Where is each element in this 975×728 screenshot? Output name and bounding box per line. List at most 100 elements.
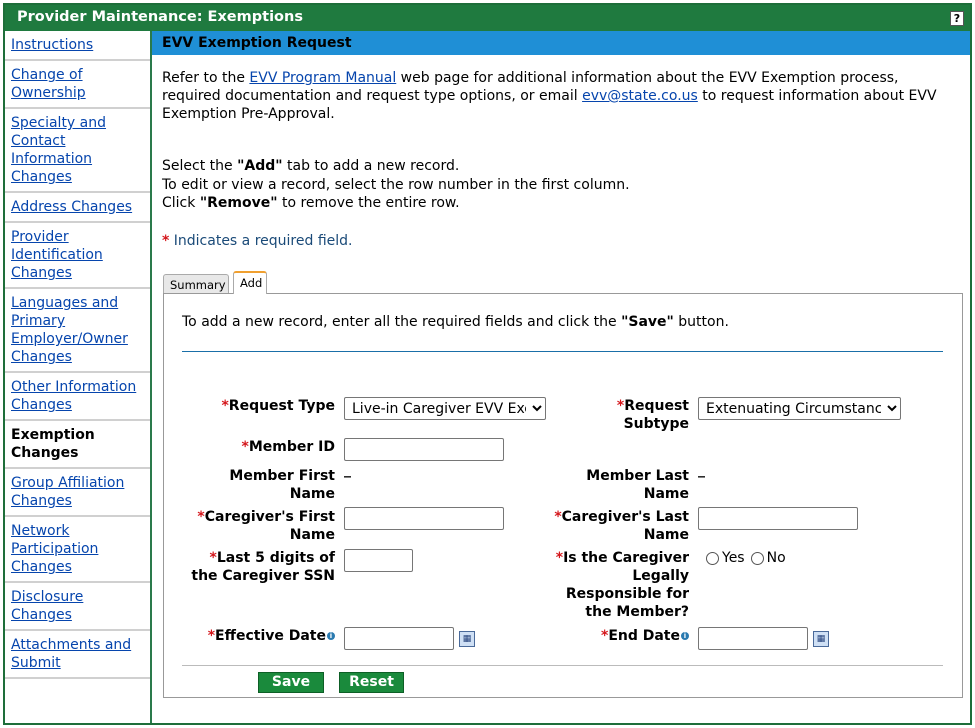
member-first-name-value: _: [344, 462, 351, 478]
add-record-panel: To add a new record, enter all the requi…: [163, 293, 963, 698]
sidebar-item-exemption-changes[interactable]: Exemption Changes: [5, 421, 150, 469]
caregiver-first-name-label-text: Caregiver's First Name: [204, 509, 335, 543]
sidebar-item-label[interactable]: Attachments and Submit: [11, 637, 131, 671]
sidebar-item-provider-identification-changes[interactable]: Provider Identification Changes: [5, 223, 150, 289]
panel-instructions-text: button.: [673, 314, 729, 330]
caregiver-ssn-input[interactable]: [344, 549, 413, 572]
required-star: *: [221, 398, 229, 414]
required-note-text: Indicates a required field.: [169, 233, 353, 249]
end-date-input[interactable]: [698, 627, 808, 650]
legally-responsible-label: *Is the Caregiver Legally Responsible fo…: [544, 549, 689, 621]
member-id-label: *Member ID: [182, 438, 335, 456]
reset-button[interactable]: Reset: [339, 672, 404, 693]
radio-no-label: No: [766, 550, 786, 566]
caregiver-first-name-label: *Caregiver's First Name: [182, 508, 335, 544]
required-star: *: [241, 439, 249, 455]
sidebar-item-group-affiliation-changes[interactable]: Group Affiliation Changes: [5, 469, 150, 517]
tab-add[interactable]: Add: [233, 271, 267, 294]
member-id-input[interactable]: [344, 438, 504, 461]
member-last-name-label: Member Last Name: [586, 468, 689, 502]
caregiver-last-name-label-text: Caregiver's Last Name: [561, 509, 689, 543]
evv-manual-link[interactable]: EVV Program Manual: [249, 70, 396, 86]
sidebar-item-address-changes[interactable]: Address Changes: [5, 193, 150, 223]
member-id-label-text: Member ID: [248, 439, 335, 455]
help-icon[interactable]: ?: [950, 11, 964, 26]
required-star: *: [554, 509, 562, 525]
tab-summary[interactable]: Summary: [163, 274, 229, 294]
effective-date-input[interactable]: [344, 627, 454, 650]
radio-yes-label: Yes: [722, 550, 745, 566]
panel-instructions-text: To add a new record, enter all the requi…: [182, 314, 622, 330]
email-link[interactable]: evv@state.co.us: [582, 88, 698, 104]
end-date-label-text: End Date: [608, 628, 680, 644]
save-button[interactable]: Save: [258, 672, 324, 693]
member-last-name-value: _: [698, 462, 705, 478]
sidebar-item-attachments-and-submit[interactable]: Attachments and Submit: [5, 631, 150, 679]
sidebar-item-other-information-changes[interactable]: Other Information Changes: [5, 373, 150, 421]
caregiver-last-name-label: *Caregiver's Last Name: [544, 508, 689, 544]
instruction-text: Click: [162, 195, 200, 211]
sidebar-item-disclosure-changes[interactable]: Disclosure Changes: [5, 583, 150, 631]
instruction-emphasis: "Add": [237, 158, 283, 174]
sidebar-item-languages-and-primary-employer-owner-changes[interactable]: Languages and Primary Employer/Owner Cha…: [5, 289, 150, 373]
sidebar-item-network-participation-changes[interactable]: Network Participation Changes: [5, 517, 150, 583]
caregiver-ssn-label: *Last 5 digits of the Caregiver SSN: [182, 549, 335, 585]
sidebar-item-label[interactable]: Disclosure Changes: [11, 589, 83, 623]
end-date-label: *End Date i: [544, 627, 689, 645]
radio-yes[interactable]: [706, 551, 719, 565]
instruction-text: tab to add a new record.: [282, 158, 460, 174]
sidebar-item-label[interactable]: Languages and Primary Employer/Owner Cha…: [11, 295, 128, 365]
sidebar-item-label[interactable]: Provider Identification Changes: [11, 229, 103, 281]
request-type-label-text: Request Type: [228, 398, 335, 414]
legally-responsible-label-text: Is the Caregiver Legally Responsible for…: [563, 550, 689, 620]
sidebar-item-instructions[interactable]: Instructions: [5, 31, 150, 61]
request-type-select[interactable]: Live-in Caregiver EVV Exemption: [344, 397, 546, 420]
page-title: Provider Maintenance: Exemptions: [17, 9, 303, 25]
caregiver-first-name-input[interactable]: [344, 507, 504, 530]
info-icon[interactable]: i: [327, 632, 335, 640]
instruction-line: To edit or view a record, select the row…: [162, 176, 630, 193]
sidebar-item-label[interactable]: Specialty and Contact Information Change…: [11, 115, 106, 185]
intro-text: Refer to the EVV Program Manual web page…: [162, 69, 952, 123]
sidebar-nav: Instructions Change of Ownership Specialty…: [5, 31, 152, 723]
member-first-name-label: Member First Name: [229, 468, 335, 502]
request-subtype-select[interactable]: Extenuating Circumstances: [698, 397, 901, 420]
effective-date-label-text: Effective Date: [215, 628, 326, 644]
calendar-icon[interactable]: ▦: [813, 631, 829, 647]
request-subtype-label: *Request Subtype: [589, 397, 689, 433]
sidebar-item-label[interactable]: Other Information Changes: [11, 379, 136, 413]
required-star: *: [209, 550, 217, 566]
title-bar: Provider Maintenance: Exemptions ?: [5, 5, 970, 31]
panel-instructions: To add a new record, enter all the requi…: [182, 314, 729, 330]
required-star: *: [555, 550, 564, 566]
required-star: *: [197, 509, 205, 525]
effective-date-label: *Effective Date i: [182, 627, 335, 645]
main-content: EVV Exemption Request Refer to the EVV P…: [152, 31, 970, 723]
info-icon[interactable]: i: [681, 632, 689, 640]
sidebar-item-change-of-ownership[interactable]: Change of Ownership: [5, 61, 150, 109]
sidebar-item-label[interactable]: Group Affiliation Changes: [11, 475, 124, 509]
instruction-emphasis: "Remove": [199, 195, 278, 211]
divider: [182, 665, 943, 666]
calendar-icon[interactable]: ▦: [459, 631, 475, 647]
instruction-text: to remove the entire row.: [277, 195, 460, 211]
sidebar-item-label[interactable]: Address Changes: [11, 199, 132, 215]
section-title: EVV Exemption Request: [152, 31, 970, 55]
required-star: *: [207, 628, 216, 644]
required-field-note: * Indicates a required field.: [162, 233, 352, 249]
divider: [182, 351, 943, 352]
request-type-label: *Request Type: [182, 397, 335, 415]
sidebar-item-label[interactable]: Instructions: [11, 37, 93, 53]
legally-responsible-radio-group: Yes No: [706, 550, 786, 566]
panel-instructions-emphasis: "Save": [621, 314, 674, 330]
sidebar-item-specialty-and-contact-information-changes[interactable]: Specialty and Contact Information Change…: [5, 109, 150, 193]
intro-text-part: Refer to the: [162, 70, 250, 86]
sidebar-item-label: Exemption Changes: [11, 427, 95, 461]
sidebar-item-label[interactable]: Change of Ownership: [11, 67, 86, 101]
instruction-text: Select the: [162, 158, 238, 174]
radio-no[interactable]: [750, 551, 764, 565]
page-frame: Provider Maintenance: Exemptions ? Instr…: [3, 3, 972, 725]
instructions-text: Select the "Add" tab to add a new record…: [162, 157, 630, 213]
sidebar-item-label[interactable]: Network Participation Changes: [11, 523, 98, 575]
caregiver-last-name-input[interactable]: [698, 507, 858, 530]
